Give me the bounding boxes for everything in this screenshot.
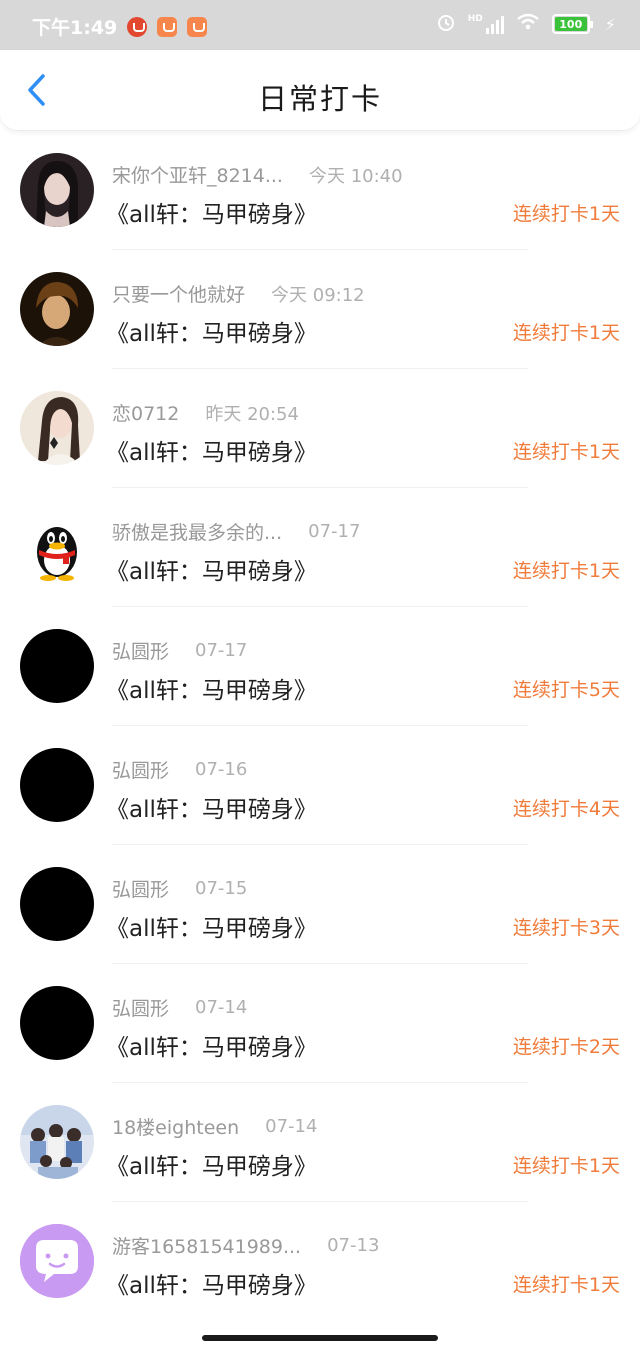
username[interactable]: 只要一个他就好 <box>112 280 245 307</box>
book-title[interactable]: 《all轩：马甲磅身》 <box>106 1147 317 1181</box>
checkin-time: 07-14 <box>265 1116 318 1137</box>
list-item[interactable]: 骄傲是我最多余的... 07-17 《all轩：马甲磅身》 连续打卡1天 <box>0 488 640 607</box>
alarm-icon <box>436 12 456 36</box>
entry-meta: 只要一个他就好 今天 09:12 <box>112 280 365 307</box>
checkin-time: 07-14 <box>195 997 248 1018</box>
book-title[interactable]: 《all轩：马甲磅身》 <box>106 314 317 348</box>
battery-icon: 100 <box>551 14 593 34</box>
checkin-time: 07-15 <box>195 878 248 899</box>
shopping-bag-icon <box>157 16 178 37</box>
status-time: 下午1:49 <box>32 17 118 39</box>
streak-badge: 连续打卡1天 <box>512 322 620 344</box>
nav-bar: 日常打卡 <box>0 50 640 131</box>
username[interactable]: 游客16581541989... <box>112 1232 301 1259</box>
page-title: 日常打卡 <box>257 82 382 116</box>
list-item[interactable]: 恋0712 昨天 20:54 《all轩：马甲磅身》 连续打卡1天 <box>0 369 640 488</box>
entry-meta: 恋0712 昨天 20:54 <box>112 399 299 426</box>
hd-label: HD <box>467 14 483 24</box>
book-title[interactable]: 《all轩：马甲磅身》 <box>106 1266 317 1300</box>
streak-badge: 连续打卡1天 <box>512 1274 620 1296</box>
entry-meta: 弘圆形 07-14 <box>112 994 247 1021</box>
username[interactable]: 18楼eighteen <box>112 1113 239 1140</box>
checkin-time: 昨天 20:54 <box>205 403 299 425</box>
cellular-signal-icon: HD <box>468 14 504 34</box>
list-item[interactable]: 弘圆形 07-15 《all轩：马甲磅身》 连续打卡3天 <box>0 845 640 964</box>
charging-icon: ⚡ <box>604 14 616 34</box>
streak-badge: 连续打卡4天 <box>512 798 620 820</box>
streak-badge: 连续打卡1天 <box>512 203 620 225</box>
avatar[interactable] <box>20 867 94 941</box>
username[interactable]: 宋你个亚轩_8214... <box>112 161 283 188</box>
checkin-time: 07-13 <box>327 1235 380 1256</box>
username[interactable]: 弘圆形 <box>112 756 169 783</box>
entry-meta: 弘圆形 07-15 <box>112 875 247 902</box>
username[interactable]: 骄傲是我最多余的... <box>112 518 282 545</box>
home-indicator[interactable] <box>202 1335 438 1341</box>
shopping-bag-icon <box>187 16 208 37</box>
entry-meta: 骄傲是我最多余的... 07-17 <box>112 518 360 545</box>
list-item[interactable]: 18楼eighteen 07-14 《all轩：马甲磅身》 连续打卡1天 <box>0 1083 640 1202</box>
status-left: 下午1:49 <box>32 13 208 40</box>
entry-meta: 游客16581541989... 07-13 <box>112 1232 379 1259</box>
entry-meta: 18楼eighteen 07-14 <box>112 1113 317 1140</box>
avatar[interactable] <box>20 748 94 822</box>
wifi-icon <box>516 12 540 36</box>
streak-badge: 连续打卡1天 <box>512 560 620 582</box>
avatar[interactable] <box>20 272 94 346</box>
avatar[interactable] <box>20 391 94 465</box>
checkin-time: 07-17 <box>195 640 248 661</box>
list-item[interactable]: 弘圆形 07-14 《all轩：马甲磅身》 连续打卡2天 <box>0 964 640 1083</box>
list-item[interactable]: 弘圆形 07-17 《all轩：马甲磅身》 连续打卡5天 <box>0 607 640 726</box>
book-title[interactable]: 《all轩：马甲磅身》 <box>106 790 317 824</box>
username[interactable]: 弘圆形 <box>112 637 169 664</box>
avatar[interactable] <box>20 1224 94 1298</box>
avatar[interactable] <box>20 1105 94 1179</box>
avatar[interactable] <box>20 510 94 584</box>
book-title[interactable]: 《all轩：马甲磅身》 <box>106 195 317 229</box>
avatar[interactable] <box>20 629 94 703</box>
streak-badge: 连续打卡1天 <box>512 1155 620 1177</box>
list-item[interactable]: 游客16581541989... 07-13 《all轩：马甲磅身》 连续打卡1… <box>0 1202 640 1321</box>
checkin-list: 宋你个亚轩_8214... 今天 10:40 《all轩：马甲磅身》 连续打卡1… <box>0 131 640 1321</box>
list-item[interactable]: 宋你个亚轩_8214... 今天 10:40 《all轩：马甲磅身》 连续打卡1… <box>0 131 640 250</box>
checkin-time: 今天 09:12 <box>271 284 365 306</box>
username[interactable]: 弘圆形 <box>112 994 169 1021</box>
streak-badge: 连续打卡1天 <box>512 441 620 463</box>
entry-meta: 弘圆形 07-17 <box>112 637 247 664</box>
username[interactable]: 恋0712 <box>112 399 179 426</box>
streak-badge: 连续打卡5天 <box>512 679 620 701</box>
streak-badge: 连续打卡3天 <box>512 917 620 939</box>
app-notification-icon <box>127 16 148 37</box>
checkin-time: 07-17 <box>308 521 361 542</box>
checkin-time: 今天 10:40 <box>308 165 403 187</box>
status-bar: 下午1:49 HD 100 ⚡ <box>0 0 640 50</box>
list-item[interactable]: 弘圆形 07-16 《all轩：马甲磅身》 连续打卡4天 <box>0 726 640 845</box>
book-title[interactable]: 《all轩：马甲磅身》 <box>106 671 317 705</box>
book-title[interactable]: 《all轩：马甲磅身》 <box>106 552 317 586</box>
battery-level: 100 <box>559 17 583 31</box>
avatar[interactable] <box>20 986 94 1060</box>
status-right: HD 100 ⚡ <box>436 12 616 36</box>
list-item[interactable]: 只要一个他就好 今天 09:12 《all轩：马甲磅身》 连续打卡1天 <box>0 250 640 369</box>
book-title[interactable]: 《all轩：马甲磅身》 <box>106 433 317 467</box>
avatar[interactable] <box>20 153 94 227</box>
entry-meta: 弘圆形 07-16 <box>112 756 247 783</box>
book-title[interactable]: 《all轩：马甲磅身》 <box>106 1028 317 1062</box>
chat-bubble-icon <box>20 1224 94 1298</box>
username[interactable]: 弘圆形 <box>112 875 169 902</box>
book-title[interactable]: 《all轩：马甲磅身》 <box>106 909 317 943</box>
checkin-time: 07-16 <box>195 759 248 780</box>
penguin-icon <box>20 510 94 584</box>
streak-badge: 连续打卡2天 <box>512 1036 620 1058</box>
entry-meta: 宋你个亚轩_8214... 今天 10:40 <box>112 161 403 188</box>
